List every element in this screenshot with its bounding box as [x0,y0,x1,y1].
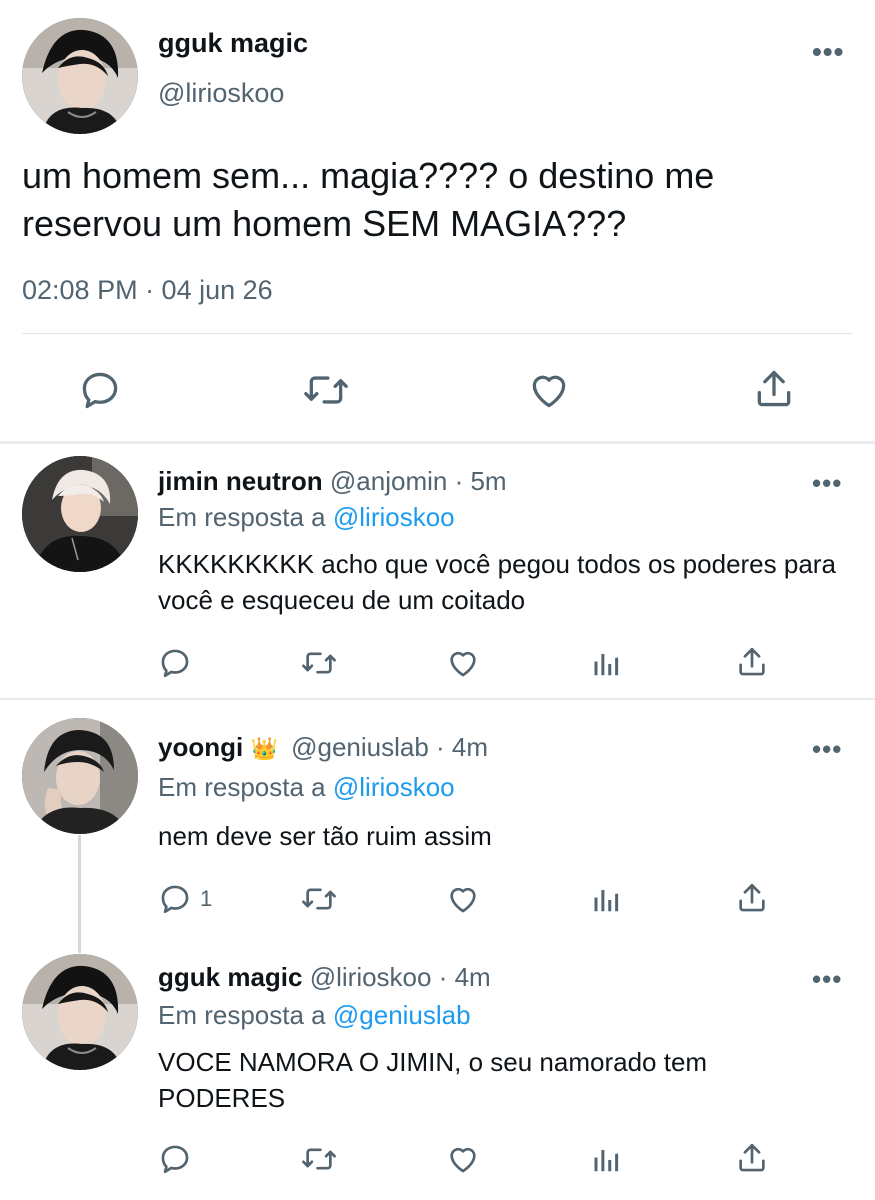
reply-context: Em resposta a @lirioskoo [158,772,455,803]
author-name[interactable]: jimin neutron [158,466,323,496]
reply-prefix: Em resposta a [158,772,326,802]
author-handle-time[interactable]: @geniuslab · 4m [291,732,488,762]
analytics-icon[interactable] [592,648,622,680]
like-icon[interactable] [445,1142,481,1176]
reply-count: 1 [200,886,213,911]
action-bar [0,360,875,420]
mention-link[interactable]: @lirioskoo [333,502,455,532]
avatar[interactable] [22,18,138,134]
share-icon[interactable] [752,366,796,412]
reply-tweet[interactable]: gguk magic @lirioskoo · 4m ••• Em respos… [0,938,875,1200]
retweet-icon[interactable] [300,882,338,916]
share-icon[interactable] [735,644,769,680]
reply-icon[interactable]: 1 [158,882,212,916]
retweet-icon[interactable] [300,646,338,680]
author-name[interactable]: yoongi [158,732,243,762]
avatar[interactable] [22,718,138,834]
analytics-icon[interactable] [592,884,622,916]
crown-emoji: 👑 [250,736,278,761]
tweet-text: um homem sem... magia???? o destino me r… [22,155,715,244]
main-tweet: gguk magic @lirioskoo ••• um homem sem..… [0,0,875,442]
author-handle-time[interactable]: @anjomin · 5m [330,466,507,496]
reply-header: yoongi 👑 @geniuslab · 4m [158,732,488,763]
avatar-image [22,718,138,834]
author-name[interactable]: gguk magic [158,962,302,992]
more-dots-icon[interactable]: ••• [812,966,842,992]
mention-link[interactable]: @lirioskoo [333,772,455,802]
tweet-text: KKKKKKKKK acho que você pegou todos os p… [158,549,836,615]
divider [22,333,853,334]
reply-prefix: Em resposta a [158,502,326,532]
more-dots-icon[interactable]: ••• [812,470,842,496]
avatar-image [22,456,138,572]
mention-link[interactable]: @geniuslab [333,1000,471,1030]
reply-prefix: Em resposta a [158,1000,326,1030]
analytics-icon[interactable] [592,1144,622,1176]
avatar[interactable] [22,954,138,1070]
like-icon[interactable] [526,368,572,412]
avatar-image [22,954,138,1070]
author-handle-time[interactable]: @lirioskoo · 4m [310,962,491,992]
reply-context: Em resposta a @lirioskoo [158,502,455,533]
avatar-image [22,18,138,134]
like-icon[interactable] [445,646,481,680]
avatar[interactable] [22,456,138,572]
reply-context: Em resposta a @geniuslab [158,1000,471,1031]
author-name[interactable]: gguk magic [158,28,308,59]
reply-icon[interactable] [78,368,122,412]
tweet-text: VOCE NAMORA O JIMIN, o seu namorado tem … [158,1047,708,1113]
tweet-timestamp[interactable]: 02:08 PM · 04 jun 26 [22,275,273,306]
retweet-icon[interactable] [302,368,350,412]
reply-header: jimin neutron @anjomin · 5m [158,466,507,497]
more-dots-icon[interactable]: ••• [812,736,842,762]
reply-tweet[interactable]: jimin neutron @anjomin · 5m ••• Em respo… [0,444,875,698]
reply-tweet[interactable]: yoongi 👑 @geniuslab · 4m ••• Em resposta… [0,700,875,938]
like-icon[interactable] [445,882,481,916]
reply-header: gguk magic @lirioskoo · 4m [158,962,491,993]
retweet-icon[interactable] [300,1142,338,1176]
share-icon[interactable] [735,1140,769,1176]
author-handle[interactable]: @lirioskoo [158,78,284,109]
reply-icon[interactable] [158,1142,192,1176]
tweet-text: nem deve ser tão ruim assim [158,821,492,851]
more-dots-icon[interactable]: ••• [812,38,844,66]
reply-icon[interactable] [158,646,192,680]
share-icon[interactable] [735,880,769,916]
